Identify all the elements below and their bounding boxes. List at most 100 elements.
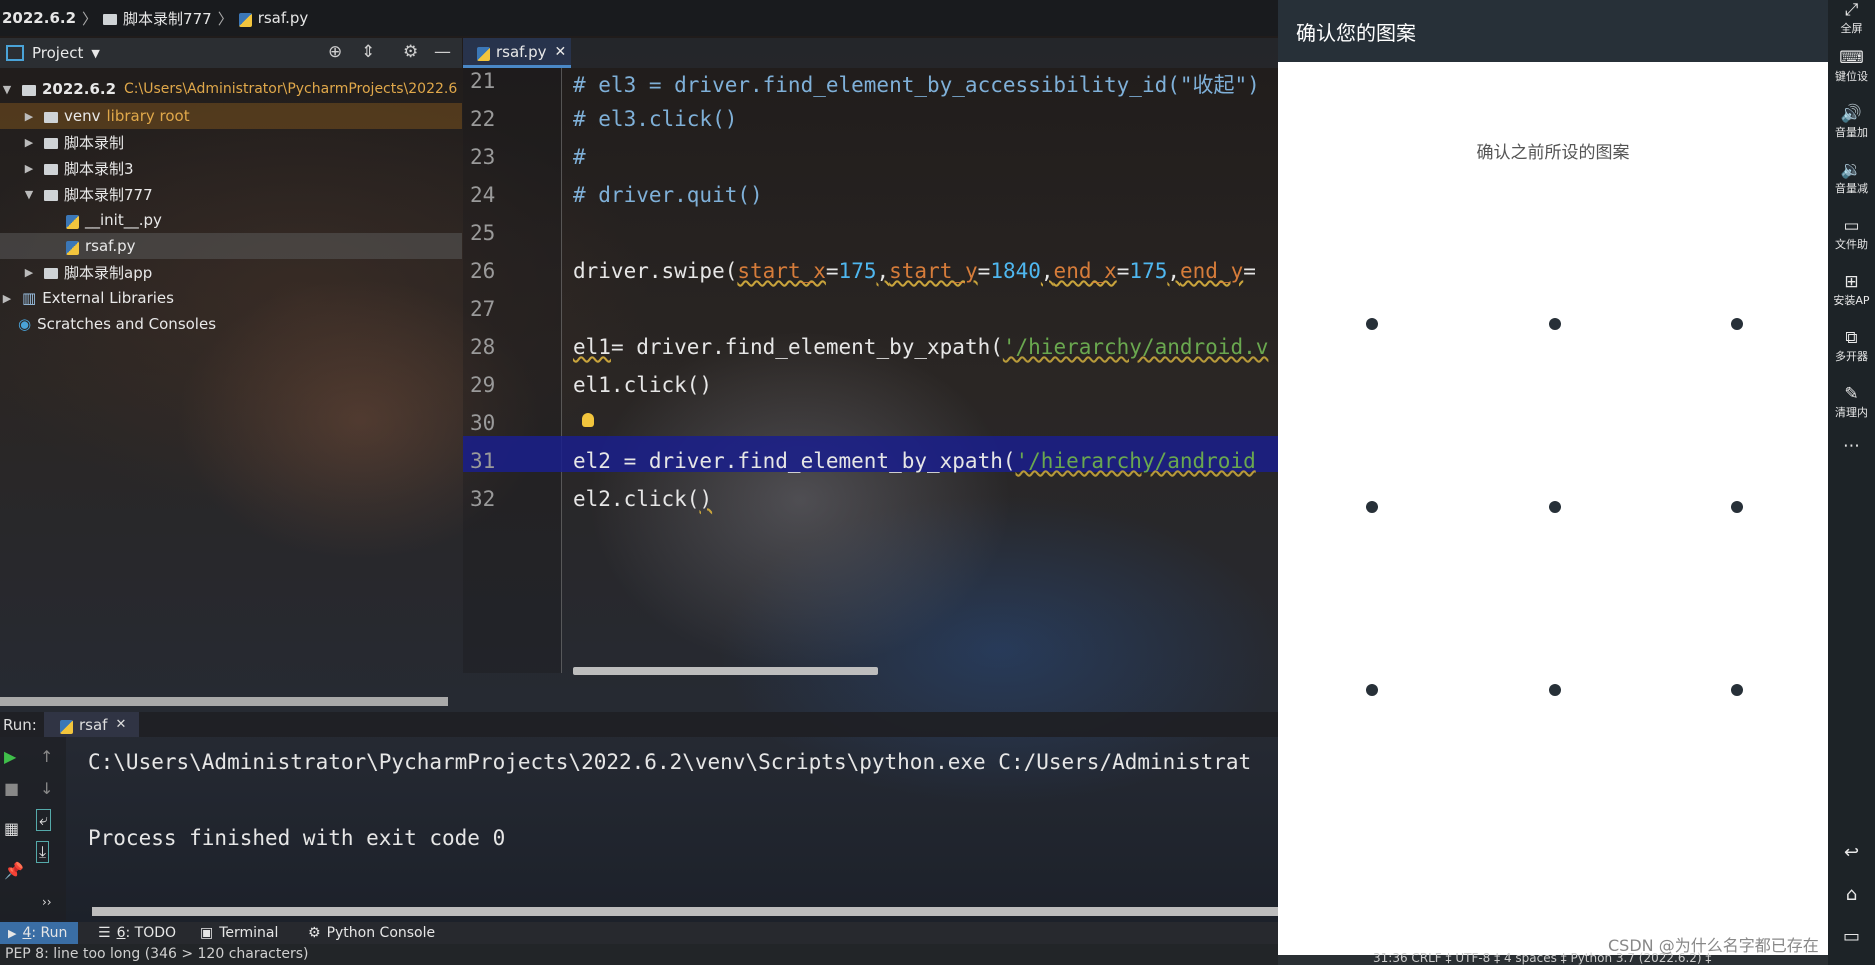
chevron-right-icon[interactable]: ▶: [22, 266, 36, 279]
breadcrumb-file[interactable]: rsaf.py: [258, 9, 309, 27]
tree-item-2[interactable]: ▶ venv library root: [0, 103, 462, 129]
code-line[interactable]: el1= driver.find_element_by_xpath('/hier…: [573, 335, 1268, 359]
emulator-tool-label: 安装AP: [1833, 294, 1870, 307]
folder-icon: [103, 13, 118, 25]
code-token: start_x: [737, 259, 826, 283]
pattern-dot[interactable]: [1366, 318, 1378, 330]
folder-icon: [44, 163, 58, 175]
emulator-tool-8[interactable]: ✎ 清理内: [1828, 384, 1875, 420]
tree-item-6[interactable]: __init__.py: [0, 207, 462, 233]
tree-item-3[interactable]: ▶ 脚本录制: [0, 129, 462, 155]
code-line[interactable]: # el3 = driver.find_element_by_accessibi…: [573, 69, 1260, 99]
tree-item-4[interactable]: ▶ 脚本录制3: [0, 155, 462, 181]
code-line[interactable]: el2 = driver.find_element_by_xpath('/hie…: [573, 449, 1256, 473]
layout-icon[interactable]: ▦: [4, 819, 19, 838]
emulator-tool-icon: ⧉: [1845, 328, 1858, 348]
tab-rsaf-py[interactable]: rsaf.py ✕: [463, 38, 571, 68]
pattern-dot[interactable]: [1731, 684, 1743, 696]
status-message[interactable]: PEP 8: line too long (346 > 120 characte…: [5, 946, 309, 962]
emulator-tool-4[interactable]: 🔉 音量减: [1828, 160, 1875, 196]
tree-item-label: 脚本录制: [64, 133, 125, 152]
tree-item-label: Scratches and Consoles: [37, 315, 217, 333]
locate-icon[interactable]: ⊕: [328, 42, 342, 62]
pattern-dot[interactable]: [1549, 318, 1561, 330]
python-file-icon: [66, 241, 79, 255]
breadcrumb-folder[interactable]: 脚本录制777: [123, 8, 212, 29]
run-horizontal-scrollbar[interactable]: [92, 907, 1278, 916]
run-tab-rsaf[interactable]: rsaf ✕: [44, 712, 139, 737]
tool-tab-run[interactable]: ▶ 4 : Run: [0, 922, 78, 944]
pattern-dot[interactable]: [1731, 501, 1743, 513]
chevron-right-icon[interactable]: ▶: [22, 110, 36, 123]
pattern-dot[interactable]: [1366, 501, 1378, 513]
tree-item-9[interactable]: ▶ ▥ External Libraries: [0, 285, 462, 311]
phone-subtitle: 确认之前所设的图案: [1476, 143, 1630, 163]
close-icon[interactable]: ✕: [555, 44, 567, 60]
code-line[interactable]: el1.click(): [573, 373, 712, 397]
up-arrow-icon[interactable]: ↑: [40, 747, 53, 766]
emulator-tool-7[interactable]: ⧉ 多开器: [1828, 328, 1875, 364]
emulator-tool-9[interactable]: ⋯: [1828, 436, 1875, 456]
down-arrow-icon[interactable]: ↓: [40, 779, 53, 798]
breadcrumb-separator: 〉: [82, 9, 98, 28]
gear-icon[interactable]: ⚙: [403, 42, 418, 62]
back-icon[interactable]: ↩: [1828, 842, 1875, 863]
tree-item-5[interactable]: ▼ 脚本录制777: [0, 181, 462, 207]
more-icon[interactable]: ››: [42, 895, 52, 909]
tool-tab-run-num: 4: [22, 925, 32, 941]
emulator-tool-6[interactable]: ⊞ 安装AP: [1828, 272, 1875, 308]
scroll-to-end-icon[interactable]: ⤓: [36, 841, 50, 863]
code-line[interactable]: # el3.click(): [573, 107, 737, 131]
recents-icon[interactable]: ▭: [1828, 926, 1875, 947]
chevron-right-icon[interactable]: ▶: [22, 162, 36, 175]
emulator-tool-3[interactable]: 🔊 音量加: [1828, 104, 1875, 140]
code-token: = driver.find_element_by_xpath(: [610, 335, 1003, 359]
tree-item-7[interactable]: rsaf.py: [0, 233, 462, 259]
code-token: =: [1243, 259, 1256, 283]
editor-horizontal-scrollbar[interactable]: [573, 667, 878, 675]
emulator-tool-1[interactable]: ⤢ 全屏: [1828, 0, 1875, 36]
tool-tab-python-console[interactable]: ⚙ Python Console: [308, 922, 435, 944]
chevron-right-icon[interactable]: ▶: [0, 292, 14, 305]
chevron-down-icon: ▼: [91, 46, 100, 60]
emulator-tool-label: 全屏: [1840, 22, 1863, 35]
soft-wrap-icon[interactable]: ⤶: [36, 809, 51, 831]
pattern-dot[interactable]: [1549, 684, 1561, 696]
chevron-down-icon[interactable]: ▼: [0, 83, 14, 96]
pattern-dot[interactable]: [1731, 318, 1743, 330]
emulator-tool-2[interactable]: ⌨ 键位设: [1828, 48, 1875, 84]
tool-tab-todo[interactable]: ☰ 6 : TODO: [98, 922, 176, 944]
minimize-icon[interactable]: —: [434, 42, 451, 62]
project-view-selector[interactable]: Project ▼: [6, 44, 100, 62]
code-line[interactable]: el2.click(): [573, 487, 712, 511]
tree-item-10[interactable]: ◉ Scratches and Consoles: [0, 311, 462, 337]
pattern-dot[interactable]: [1549, 501, 1561, 513]
breadcrumb-separator: 〉: [217, 9, 233, 28]
code-line[interactable]: #: [573, 145, 586, 169]
folder-icon: [44, 111, 58, 123]
code-line[interactable]: # driver.quit(): [573, 183, 763, 207]
close-icon[interactable]: ✕: [115, 717, 126, 732]
lightbulb-icon[interactable]: [582, 413, 594, 427]
tool-tab-terminal[interactable]: ▣ Terminal: [200, 922, 278, 944]
breadcrumb-project[interactable]: 2022.6.2: [2, 9, 76, 27]
code-line[interactable]: driver.swipe(start_x=175,start_y=1840,en…: [573, 259, 1256, 283]
tree-horizontal-scrollbar[interactable]: [0, 697, 448, 706]
pattern-dot[interactable]: [1366, 684, 1378, 696]
pin-icon[interactable]: 📌: [4, 861, 24, 880]
collapse-all-icon[interactable]: ⇕: [361, 42, 375, 62]
run-panel-header: Run: rsaf ✕: [0, 712, 1278, 737]
chevron-right-icon[interactable]: ▶: [22, 136, 36, 149]
run-label: Run:: [3, 716, 37, 734]
home-icon[interactable]: ⌂: [1828, 884, 1875, 905]
emulator-tool-label: 音量减: [1835, 182, 1868, 195]
stop-icon[interactable]: ■: [4, 779, 19, 798]
folder-icon: [44, 189, 58, 201]
emulator-tool-icon: ⤢: [1844, 0, 1859, 20]
tree-item-8[interactable]: ▶ 脚本录制app: [0, 259, 462, 285]
tree-item-1[interactable]: ▼ 2022.6.2 C:\Users\Administrator\PycharmP…: [0, 76, 462, 102]
chevron-down-icon[interactable]: ▼: [22, 188, 36, 201]
rerun-icon[interactable]: ▶: [4, 747, 16, 766]
emulator-tool-5[interactable]: ▭ 文件助: [1828, 216, 1875, 252]
code-token: el1.click(): [573, 373, 713, 397]
